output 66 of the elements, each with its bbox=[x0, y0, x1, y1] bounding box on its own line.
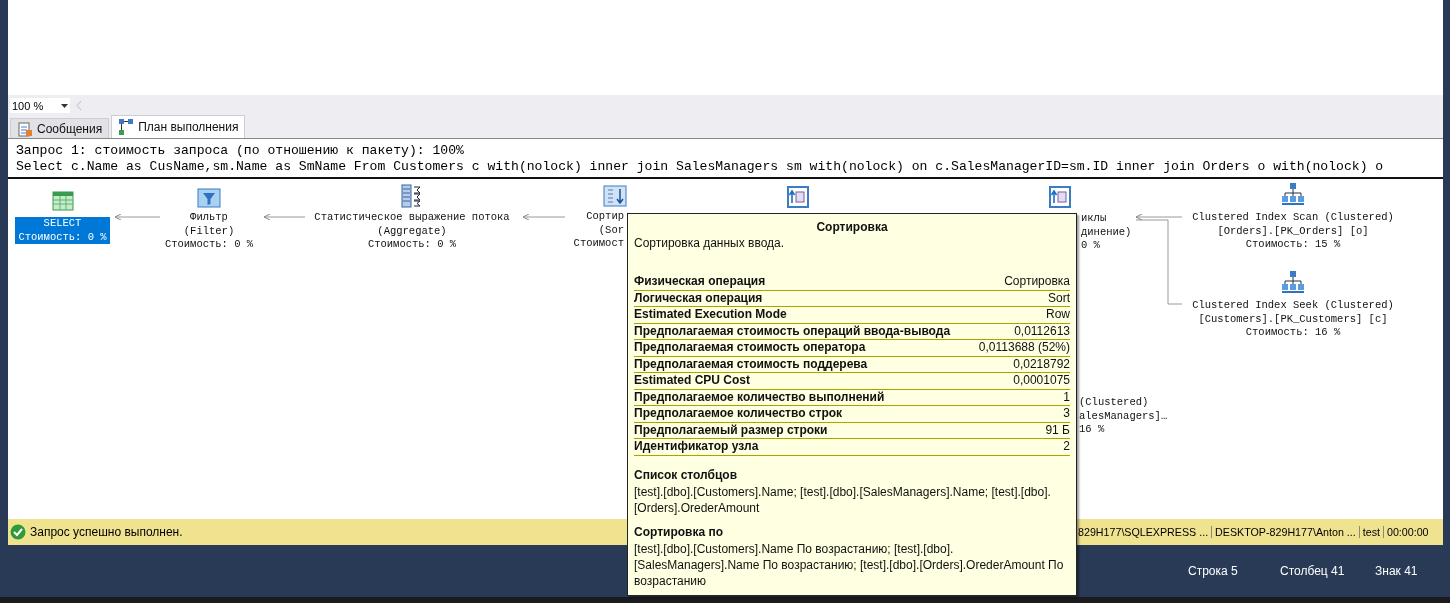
property-name: Предполагаемая стоимость поддерева bbox=[634, 356, 868, 372]
section-heading: Сортировка по bbox=[634, 524, 725, 541]
status-field-text: test bbox=[1358, 526, 1383, 538]
property-value: 0,0113688 (52%) bbox=[978, 340, 1070, 356]
property-value: 0,0001075 bbox=[1013, 373, 1070, 389]
property-value: Sort bbox=[1048, 290, 1070, 306]
section-text: [test].[dbo].[Customers].Name По возрастанию; [test].[dbo].[SalesManagers].Name По возрастанию; [test].[dbo].[Orders].OrederAmount По возрастанию bbox=[634, 541, 1065, 589]
tab[interactable]: Сообщения bbox=[10, 118, 110, 138]
property-name: Идентификатор узла bbox=[634, 439, 759, 455]
status-field-text: DESKTOP-829H177\Anton ... bbox=[1211, 526, 1359, 538]
plan-node-label[interactable]: Clustered Index Seek (Clustered) [Customers].[PK_Customers] [c] Стоимость: 16 % bbox=[1189, 299, 1397, 340]
property-value: Сортировка bbox=[1004, 274, 1070, 290]
property-name: Estimated Execution Mode bbox=[634, 307, 787, 323]
plan-icon bbox=[118, 118, 135, 136]
property-value: 2 bbox=[1063, 439, 1070, 455]
table-icon bbox=[51, 191, 74, 211]
plan-node-label[interactable]: Фильтр (Filter) Стоимость: 0 % bbox=[161, 211, 257, 252]
status-field-text: 829H177\SQLEXPRESS ... bbox=[1077, 526, 1210, 538]
plan-node-icon[interactable] bbox=[786, 185, 810, 209]
plan-node-label[interactable]: иклы динение) 0 % bbox=[1078, 212, 1135, 253]
tab[interactable]: План выполнения bbox=[111, 115, 246, 138]
plan-node-label[interactable]: Сортир (Sor Стоимост bbox=[570, 210, 627, 251]
plan-node-label[interactable]: SELECT Стоимость: 0 % bbox=[15, 217, 110, 244]
plan-node-label[interactable]: (Clustered) alesManagers]… 16 % bbox=[1076, 396, 1171, 437]
property-value: Row bbox=[1046, 307, 1070, 323]
scroll-left-icon[interactable] bbox=[76, 101, 82, 110]
connector-arrow bbox=[522, 213, 566, 221]
connector-arrow bbox=[263, 213, 306, 221]
caret-position: Столбец 41 bbox=[1280, 564, 1346, 578]
property-value: 91 Б bbox=[1045, 422, 1070, 438]
caret-position: Знак 41 bbox=[1375, 564, 1415, 578]
check-icon bbox=[10, 524, 26, 540]
property-name: Логическая операция bbox=[634, 290, 763, 306]
property-value: 0,0112613 bbox=[1014, 323, 1070, 339]
index-tree-icon bbox=[1280, 182, 1306, 208]
query-text: Запрос 1: стоимость запроса (по отношению к пакету): 100% bbox=[16, 143, 465, 159]
plan-node-label[interactable]: Clustered Index Scan (Clustered) [Orders].[PK_Orders] [o] Стоимость: 15 % bbox=[1189, 211, 1397, 252]
plan-node-label[interactable]: Статистическое выражение потока (Aggregate) Стоимость: 0 % bbox=[311, 211, 513, 252]
property-name: Предполагаемая стоимость оператора bbox=[634, 340, 866, 356]
sort-icon bbox=[603, 185, 627, 207]
caret-icon bbox=[61, 103, 68, 108]
property-name: Предполагаемая стоимость операций ввода-вывода bbox=[634, 323, 951, 339]
join-icon bbox=[1048, 185, 1072, 209]
join-icon bbox=[786, 185, 810, 209]
property-name: Физическая операция bbox=[634, 274, 766, 290]
caret-position: Строка 5 bbox=[1188, 564, 1239, 578]
sigma-list-icon bbox=[401, 184, 423, 208]
property-name: Предполагаемый размер строки bbox=[634, 422, 828, 438]
query-editor[interactable] bbox=[8, 0, 1443, 95]
property-name: Предполагаемое количество выполнений bbox=[634, 389, 885, 405]
property-name: Estimated CPU Cost bbox=[634, 373, 751, 389]
section-heading: Список столбцов bbox=[634, 467, 739, 484]
status-field-text: 00:00:00 bbox=[1382, 526, 1432, 538]
index-tree-icon bbox=[1280, 270, 1306, 296]
tooltip-title: Сортировка bbox=[815, 220, 889, 234]
funnel-icon bbox=[197, 188, 221, 208]
connector-arrow bbox=[114, 213, 161, 221]
property-name: Предполагаемое количество строк bbox=[634, 406, 843, 422]
zoom-dropdown[interactable]: 100 % bbox=[10, 98, 70, 113]
status-message: Запрос успешно выполнен. bbox=[30, 525, 183, 539]
property-value: 1 bbox=[1063, 389, 1070, 405]
query-text: Select c.Name as CusName,sm.Name as SmName From Customers c with(nolock) inner join SalesManagers sm with(nolock) on c.SalesManagerID=sm.ID inner join Orders o with(nolock) o bbox=[16, 159, 1385, 175]
property-value: 0,0218792 bbox=[1013, 356, 1070, 372]
section-text: [test].[dbo].[Customers].Name; [test].[dbo].[SalesManagers].Name; [test].[dbo].[Orders].OrederAmount bbox=[634, 484, 1052, 516]
tooltip-description: Сортировка данных ввода. bbox=[634, 236, 786, 250]
property-value: 3 bbox=[1063, 406, 1070, 422]
